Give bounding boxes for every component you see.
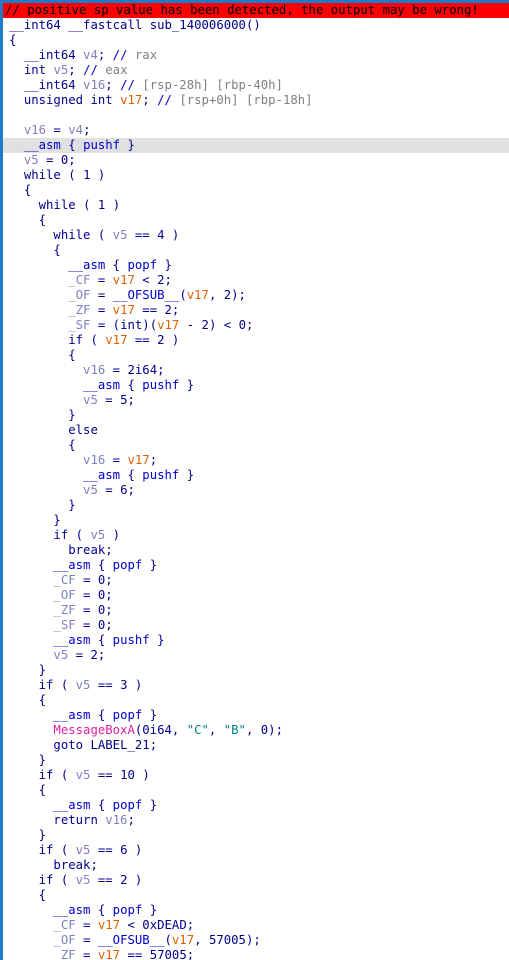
code-line[interactable]: } xyxy=(3,828,509,843)
code-line[interactable]: int v5; // eax xyxy=(3,63,509,78)
code-line[interactable]: _CF = v17 < 0xDEAD; xyxy=(3,918,509,933)
code-line[interactable]: while ( 1 ) xyxy=(3,198,509,213)
code-line[interactable]: return v16; xyxy=(3,813,509,828)
code-line[interactable]: __int64 __fastcall sub_140006000() xyxy=(3,18,509,33)
code-line[interactable]: goto LABEL_21; xyxy=(3,738,509,753)
code-line[interactable]: _CF = 0; xyxy=(3,573,509,588)
sp-warning-banner[interactable]: // positive sp value has been detected, … xyxy=(3,3,509,18)
code-line[interactable]: _ZF = v17 == 57005; xyxy=(3,948,509,960)
code-line[interactable]: __asm { pushf } xyxy=(3,378,509,393)
pseudocode-code-area[interactable]: // positive sp value has been detected, … xyxy=(3,3,509,960)
code-line[interactable]: _OF = __OFSUB__(v17, 2); xyxy=(3,288,509,303)
code-line[interactable]: MessageBoxA(0i64, "C", "B", 0); xyxy=(3,723,509,738)
code-line[interactable]: v5 = 2; xyxy=(3,648,509,663)
code-line[interactable]: break; xyxy=(3,543,509,558)
pseudocode-window[interactable]: // positive sp value has been detected, … xyxy=(0,0,509,960)
code-line[interactable]: } xyxy=(3,498,509,513)
code-line[interactable]: if ( v17 == 2 ) xyxy=(3,333,509,348)
code-line[interactable]: break; xyxy=(3,858,509,873)
code-line[interactable]: __int64 v4; // rax xyxy=(3,48,509,63)
code-line[interactable]: } xyxy=(3,663,509,678)
code-line[interactable]: if ( v5 ) xyxy=(3,528,509,543)
code-line[interactable] xyxy=(3,108,509,123)
code-line[interactable]: __asm { popf } xyxy=(3,903,509,918)
code-line[interactable]: v5 = 5; xyxy=(3,393,509,408)
code-line[interactable]: _SF = (int)(v17 - 2) < 0; xyxy=(3,318,509,333)
code-line[interactable]: __asm { popf } xyxy=(3,798,509,813)
code-line[interactable]: { xyxy=(3,888,509,903)
code-line[interactable]: v16 = 2i64; xyxy=(3,363,509,378)
code-line[interactable]: v16 = v17; xyxy=(3,453,509,468)
code-line[interactable]: __asm { pushf } xyxy=(3,633,509,648)
code-line[interactable]: { xyxy=(3,243,509,258)
code-line[interactable]: unsigned int v17; // [rsp+0h] [rbp-18h] xyxy=(3,93,509,108)
code-line[interactable]: _ZF = 0; xyxy=(3,603,509,618)
code-line[interactable]: { xyxy=(3,348,509,363)
code-line[interactable]: } xyxy=(3,408,509,423)
code-line[interactable]: __int64 v16; // [rsp-28h] [rbp-40h] xyxy=(3,78,509,93)
code-line[interactable]: while ( 1 ) xyxy=(3,168,509,183)
code-line[interactable]: _CF = v17 < 2; xyxy=(3,273,509,288)
code-line[interactable]: { xyxy=(3,693,509,708)
code-line[interactable]: while ( v5 == 4 ) xyxy=(3,228,509,243)
code-line[interactable]: { xyxy=(3,33,509,48)
code-line[interactable]: } xyxy=(3,513,509,528)
code-line[interactable]: } xyxy=(3,753,509,768)
code-line[interactable]: _OF = __OFSUB__(v17, 57005); xyxy=(3,933,509,948)
code-line[interactable]: __asm { pushf } xyxy=(3,138,509,153)
code-line[interactable]: else xyxy=(3,423,509,438)
code-line[interactable]: __asm { popf } xyxy=(3,558,509,573)
code-line[interactable]: __asm { popf } xyxy=(3,258,509,273)
code-line[interactable]: if ( v5 == 2 ) xyxy=(3,873,509,888)
code-line[interactable]: v5 = 6; xyxy=(3,483,509,498)
code-line[interactable]: { xyxy=(3,438,509,453)
code-line[interactable]: { xyxy=(3,213,509,228)
code-line[interactable]: { xyxy=(3,183,509,198)
code-line[interactable]: if ( v5 == 10 ) xyxy=(3,768,509,783)
code-line[interactable]: { xyxy=(3,783,509,798)
code-line[interactable]: _ZF = v17 == 2; xyxy=(3,303,509,318)
code-line[interactable]: _SF = 0; xyxy=(3,618,509,633)
code-line[interactable]: if ( v5 == 3 ) xyxy=(3,678,509,693)
code-line[interactable]: _OF = 0; xyxy=(3,588,509,603)
code-line[interactable]: __asm { popf } xyxy=(3,708,509,723)
code-line[interactable]: v5 = 0; xyxy=(3,153,509,168)
code-line[interactable]: v16 = v4; xyxy=(3,123,509,138)
code-line[interactable]: __asm { pushf } xyxy=(3,468,509,483)
code-line[interactable]: if ( v5 == 6 ) xyxy=(3,843,509,858)
